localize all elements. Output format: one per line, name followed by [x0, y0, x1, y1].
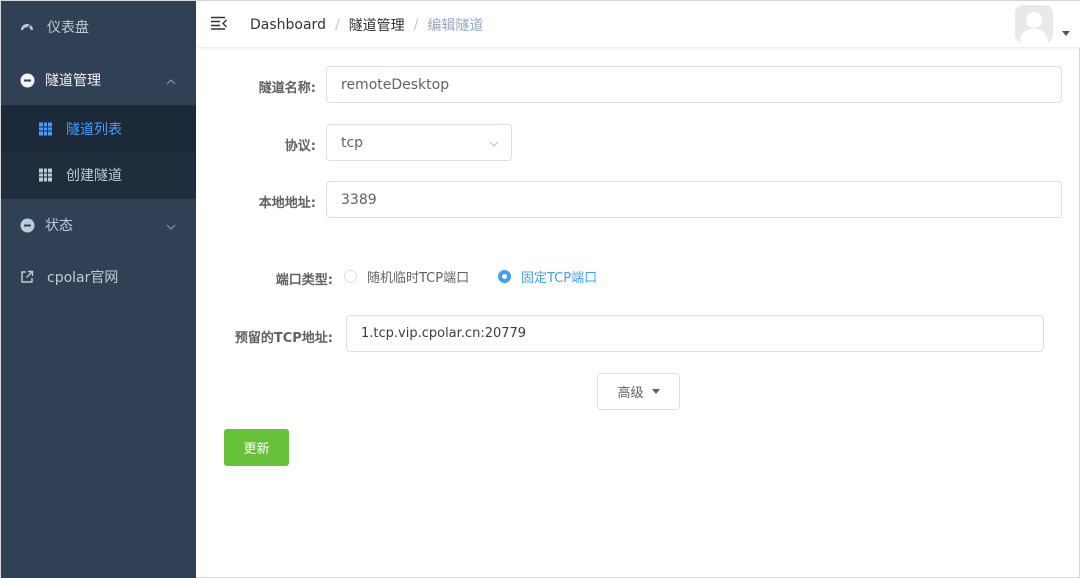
sidebar-item-label: cpolar官网: [47, 270, 119, 286]
radio-label: 固定TCP端口: [521, 271, 598, 286]
protocol-value: tcp: [341, 134, 364, 151]
advanced-label: 高级: [617, 386, 644, 401]
radio-label: 随机临时TCP端口: [367, 271, 470, 286]
tunnel-name-input[interactable]: remoteDesktop: [326, 66, 1062, 103]
circle-plus-icon: [19, 72, 35, 88]
local-address-input[interactable]: 3389: [326, 181, 1062, 218]
hamburger-icon[interactable]: [211, 16, 227, 30]
sidebar-item-dashboard[interactable]: 仪表盘: [1, 2, 196, 52]
circle-plus-icon: [19, 217, 35, 233]
sidebar-item-label: 创建隧道: [66, 168, 122, 184]
port-type-label: 端口类型:: [275, 273, 333, 288]
sidebar-item-label: 隧道列表: [66, 122, 122, 138]
local-address-label: 本地地址:: [258, 196, 316, 211]
reserved-tcp-label: 预留的TCP地址:: [234, 331, 333, 346]
breadcrumb-separator: /: [413, 16, 419, 33]
protocol-select[interactable]: tcp: [326, 124, 512, 161]
tunnel-name-value: remoteDesktop: [341, 76, 450, 93]
sidebar-item-label: 状态: [45, 218, 73, 234]
reserved-tcp-select[interactable]: 1.tcp.vip.cpolar.cn:20779: [346, 315, 1044, 352]
breadcrumb-tunnel-management[interactable]: 隧道管理: [349, 15, 405, 35]
sidebar: 仪表盘 隧道管理 隧道列表 创建隧道 状态 cpolar官网: [1, 1, 196, 578]
radio-checked-icon: [498, 270, 511, 283]
breadcrumb-edit-tunnel: 编辑隧道: [427, 17, 484, 34]
caret-down-icon: [651, 389, 660, 394]
avatar[interactable]: [1015, 5, 1053, 43]
radio-unchecked-icon: [344, 270, 357, 283]
update-button[interactable]: 更新: [224, 429, 289, 466]
grid-icon: [39, 122, 52, 136]
grid-icon: [39, 168, 52, 182]
breadcrumb-separator: /: [334, 16, 340, 33]
breadcrumb: Dashboard / 隧道管理 / 编辑隧道: [250, 1, 483, 48]
sidebar-item-label: 仪表盘: [47, 20, 89, 36]
breadcrumb-dashboard[interactable]: Dashboard: [250, 17, 326, 33]
chevron-down-icon: [489, 137, 499, 147]
sidebar-item-label: 隧道管理: [45, 73, 101, 89]
external-link-icon: [19, 269, 35, 285]
caret-down-icon[interactable]: [1062, 31, 1070, 36]
sidebar-item-cpolar-site[interactable]: cpolar官网: [1, 252, 196, 302]
sidebar-item-tunnel-management[interactable]: 隧道管理: [1, 55, 196, 105]
protocol-label: 协议:: [284, 139, 316, 154]
sidebar-item-create-tunnel[interactable]: 创建隧道: [1, 152, 196, 198]
sidebar-item-tunnel-list[interactable]: 隧道列表: [1, 106, 196, 152]
advanced-button[interactable]: 高级: [597, 373, 680, 410]
port-type-random-radio[interactable]: 随机临时TCP端口: [344, 267, 469, 286]
chevron-up-icon: [166, 75, 176, 85]
chevron-down-icon: [166, 220, 176, 230]
navbar: Dashboard / 隧道管理 / 编辑隧道: [196, 1, 1080, 48]
tunnel-name-label: 隧道名称:: [258, 81, 316, 96]
dashboard-icon: [19, 19, 35, 35]
port-type-fixed-radio[interactable]: 固定TCP端口: [498, 267, 597, 286]
update-label: 更新: [243, 442, 270, 457]
reserved-tcp-value: 1.tcp.vip.cpolar.cn:20779: [361, 326, 527, 341]
sidebar-item-status[interactable]: 状态: [1, 200, 196, 250]
local-address-value: 3389: [341, 191, 377, 208]
